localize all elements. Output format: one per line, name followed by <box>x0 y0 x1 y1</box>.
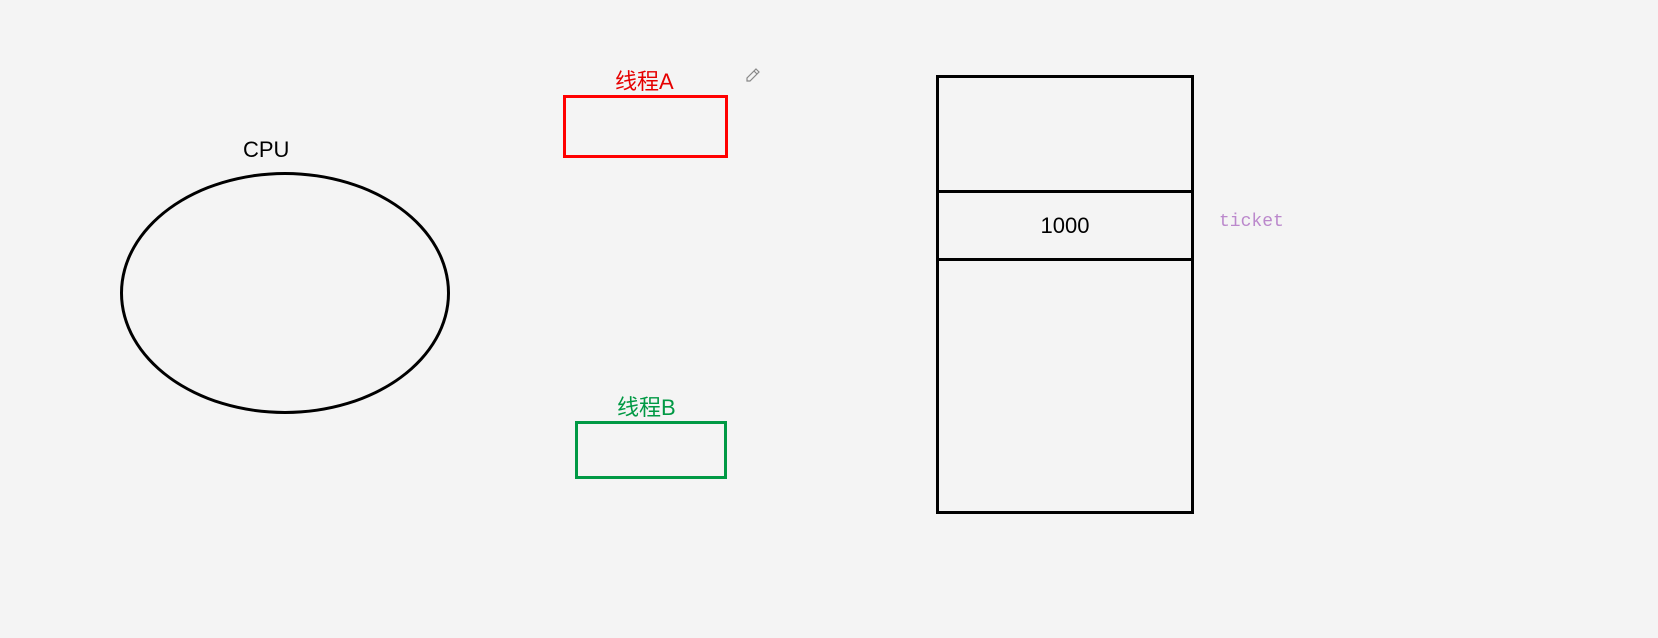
memory-cell: 1000 <box>939 193 1191 261</box>
pencil-icon <box>745 67 763 85</box>
thread-a-label: 线程A <box>615 64 674 96</box>
memory-cell <box>939 78 1191 193</box>
ticket-variable-label: ticket <box>1219 212 1284 232</box>
thread-b-box <box>575 421 727 479</box>
cpu-ellipse <box>120 172 450 414</box>
cpu-label: CPU <box>243 137 289 163</box>
memory-stack: 1000 <box>936 75 1194 514</box>
memory-cell <box>939 261 1191 511</box>
thread-a-box <box>563 95 728 158</box>
thread-b-label: 线程B <box>617 390 676 422</box>
